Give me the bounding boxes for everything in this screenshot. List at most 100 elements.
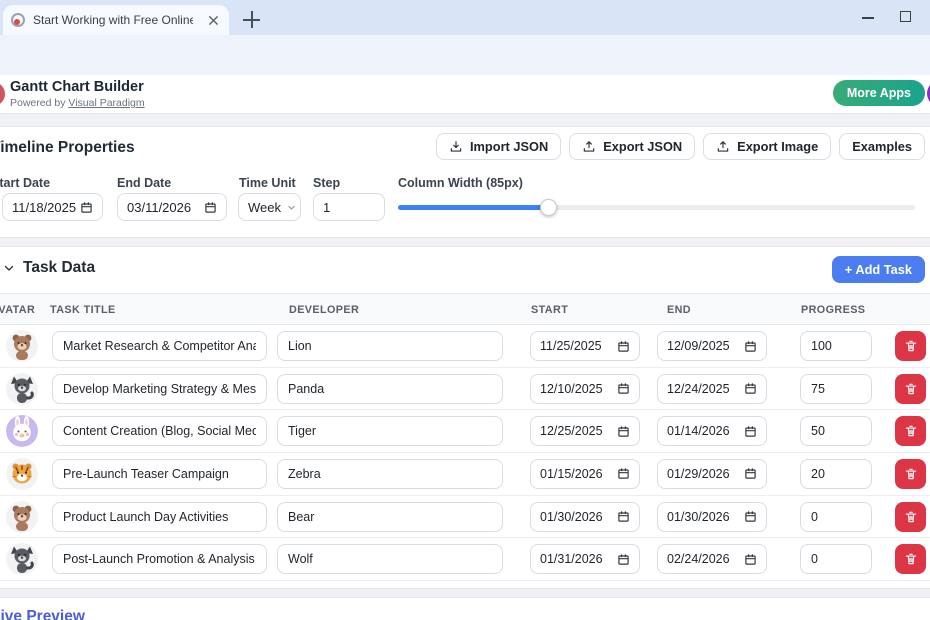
trash-icon <box>904 382 918 396</box>
progress-input[interactable] <box>800 374 872 404</box>
column-width-slider[interactable] <box>398 193 915 221</box>
developer-input[interactable] <box>277 502 503 532</box>
developer-input[interactable] <box>277 416 503 446</box>
calendar-icon[interactable] <box>617 382 630 395</box>
time-unit-label: Time Unit <box>239 176 296 190</box>
calendar-icon[interactable] <box>744 382 757 395</box>
start-date-input[interactable]: 12/25/2025 <box>530 416 640 446</box>
live-preview-section: Live Preview <box>0 598 930 620</box>
more-apps-button[interactable]: More Apps <box>833 80 925 106</box>
calendar-icon[interactable] <box>744 553 757 566</box>
calendar-icon[interactable] <box>744 340 757 353</box>
calendar-icon[interactable] <box>617 340 630 353</box>
calendar-icon[interactable] <box>744 425 757 438</box>
trash-icon <box>904 510 918 524</box>
developer-input[interactable] <box>277 544 503 574</box>
end-date-input[interactable]: 12/09/2025 <box>657 331 767 361</box>
calendar-icon[interactable] <box>744 510 757 523</box>
column-header-task-title: TASK TITLE <box>50 304 116 316</box>
task-data-section: Task Data + Add Task AVATAR TASK TITLE D… <box>0 247 930 588</box>
tiger-avatar <box>6 458 38 490</box>
start-date-input[interactable]: 11/18/2025 <box>2 193 103 221</box>
import-json-button[interactable]: Import JSON <box>436 133 561 160</box>
end-date-input[interactable]: 03/11/2026 <box>117 193 227 221</box>
upload-icon <box>582 140 596 154</box>
add-task-button[interactable]: + Add Task <box>832 256 925 283</box>
calendar-icon[interactable] <box>617 553 630 566</box>
task-title-input[interactable] <box>52 544 267 574</box>
end-date-input[interactable]: 01/14/2026 <box>657 416 767 446</box>
developer-input[interactable] <box>277 459 503 489</box>
section-divider <box>0 237 930 247</box>
task-row: 11/25/2025 12/09/2025 <box>0 325 930 368</box>
examples-button[interactable]: Examples <box>839 133 925 160</box>
task-title-input[interactable] <box>52 374 267 404</box>
task-row: 12/10/2025 12/24/2025 <box>0 368 930 411</box>
start-date-input[interactable]: 12/10/2025 <box>530 374 640 404</box>
task-title-input[interactable] <box>52 416 267 446</box>
start-date-input[interactable]: 11/25/2025 <box>530 331 640 361</box>
visual-paradigm-link[interactable]: Visual Paradigm <box>68 97 144 109</box>
window-minimize-button[interactable] <box>862 17 874 19</box>
end-date-input[interactable]: 12/24/2025 <box>657 374 767 404</box>
app-logo-icon <box>0 82 5 106</box>
end-date-input[interactable]: 02/24/2026 <box>657 544 767 574</box>
end-date-input[interactable]: 01/30/2026 <box>657 502 767 532</box>
delete-task-button[interactable] <box>895 416 926 446</box>
browser-toolbar: ai-toolbox.visual-paradigm.com/app/gantt… <box>0 35 930 75</box>
developer-input[interactable] <box>277 374 503 404</box>
column-header-progress: PROGRESS <box>801 304 865 316</box>
calendar-icon[interactable] <box>204 201 217 214</box>
column-width-label: Column Width (85px) <box>398 176 523 190</box>
progress-input[interactable] <box>800 331 872 361</box>
new-tab-button[interactable] <box>243 11 260 28</box>
tab-close-icon[interactable] <box>205 12 221 28</box>
calendar-icon[interactable] <box>617 510 630 523</box>
section-divider <box>0 588 930 598</box>
powered-by: Powered by Visual Paradigm <box>10 97 145 109</box>
trash-icon <box>904 467 918 481</box>
calendar-icon[interactable] <box>80 201 93 214</box>
export-json-button[interactable]: Export JSON <box>569 133 695 160</box>
time-unit-select[interactable]: Week <box>238 193 301 221</box>
delete-task-button[interactable] <box>895 374 926 404</box>
column-header-end: END <box>667 304 691 316</box>
tab-title: Start Working with Free Online <box>33 13 193 27</box>
progress-input[interactable] <box>800 544 872 574</box>
task-title-input[interactable] <box>52 331 267 361</box>
delete-task-button[interactable] <box>895 544 926 574</box>
start-date-input[interactable]: 01/31/2026 <box>530 544 640 574</box>
developer-input[interactable] <box>277 331 503 361</box>
bear-avatar <box>6 330 38 362</box>
calendar-icon[interactable] <box>617 467 630 480</box>
task-row: 01/15/2026 01/29/2026 <box>0 453 930 496</box>
progress-input[interactable] <box>800 502 872 532</box>
tab-favicon-icon <box>11 13 25 27</box>
calendar-icon[interactable] <box>744 467 757 480</box>
start-date-input[interactable]: 01/30/2026 <box>530 502 640 532</box>
slider-thumb[interactable] <box>540 199 557 216</box>
task-title-input[interactable] <box>52 459 267 489</box>
calendar-icon[interactable] <box>617 425 630 438</box>
task-data-heading: Task Data <box>23 259 95 277</box>
delete-task-button[interactable] <box>895 502 926 532</box>
live-preview-heading: Live Preview <box>0 608 85 620</box>
progress-input[interactable] <box>800 459 872 489</box>
chevron-down-icon[interactable] <box>3 262 15 274</box>
browser-tab[interactable]: Start Working with Free Online <box>3 5 229 35</box>
end-date-input[interactable]: 01/29/2026 <box>657 459 767 489</box>
delete-task-button[interactable] <box>895 331 926 361</box>
delete-task-button[interactable] <box>895 459 926 489</box>
task-data-header[interactable]: Task Data <box>3 259 95 277</box>
upload-icon <box>716 140 730 154</box>
progress-input[interactable] <box>800 416 872 446</box>
step-input[interactable] <box>313 193 385 221</box>
timeline-properties-section: Timeline Properties Import JSON Export J… <box>0 127 930 237</box>
start-date-label: Start Date <box>0 176 50 190</box>
window-maximize-button[interactable] <box>900 11 911 22</box>
task-title-input[interactable] <box>52 502 267 532</box>
column-header-avatar: AVATAR <box>0 304 35 316</box>
trash-icon <box>904 339 918 353</box>
start-date-input[interactable]: 01/15/2026 <box>530 459 640 489</box>
export-image-button[interactable]: Export Image <box>703 133 831 160</box>
